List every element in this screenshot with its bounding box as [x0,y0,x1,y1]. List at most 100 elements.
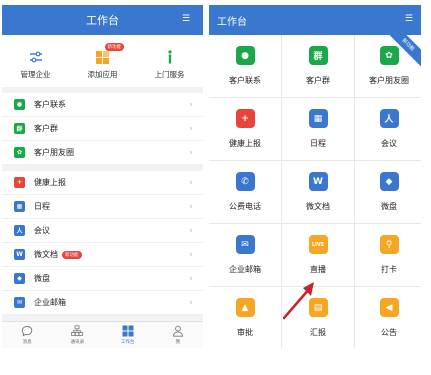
approval-stamp-icon: ▲ [235,298,255,317]
tab-messages[interactable]: 消息 [2,322,52,348]
customer-group-icon: 群 [14,123,25,134]
chevron-right-icon: › [189,297,193,308]
quick-action-label: 添加应用 [87,70,118,79]
customer-contact-icon: ● [235,46,255,65]
customer-moments-icon: ✿ [379,46,399,65]
chevron-right-icon: › [189,123,193,134]
tab-label: 消息 [22,340,32,345]
grid-app-label: 打卡 [381,265,397,274]
grid-app-approval[interactable]: ▲ 审批 [209,287,281,348]
customer-group-icon: 群 [308,46,328,65]
grid-app-health-report[interactable]: + 健康上报 [209,98,281,160]
list-item-label: 微盘 [34,274,50,283]
list-item-label: 客户联系 [34,100,66,109]
tab-me[interactable]: 我 [153,322,203,348]
grid-app-drive[interactable]: ◆ 微盘 [355,161,421,223]
menu-icon[interactable]: ☰ [405,14,413,24]
customer-contact-icon: ● [14,99,25,110]
tab-label: 通讯录 [70,340,85,345]
meeting-icon: 人 [379,109,399,128]
grid-app-live[interactable]: LIVE 直播 [282,224,354,286]
list-item-label: 客户朋友圈 [34,148,74,157]
grid-app-phone[interactable]: ✆ 公费电话 [209,161,281,223]
grid-app-announcement[interactable]: ◀ 公告 [355,287,421,348]
meeting-icon: 人 [14,225,25,236]
app-grid: ● 客户联系 群客户群 ✿ 客户朋友圈 + 健康上报 ▦ 日程 人会议 ✆ 公费电话 W 微… [209,35,421,348]
chevron-right-icon: › [189,225,193,236]
chevron-right-icon: › [189,201,193,212]
left-header-title: 工作台 [86,14,119,27]
menu-icon[interactable]: ☰ [182,14,194,25]
list-item-customer-group[interactable]: 群 客户群 › [2,117,203,141]
grid-app-docs[interactable]: W 微文档 [282,161,354,223]
list-item-health-report[interactable]: + 健康上报 › [2,171,203,195]
live-icon: LIVE [308,235,328,254]
workbench-icon [122,325,134,337]
quick-action-label: 上门服务 [154,70,185,79]
grid-app-customer-contact[interactable]: ● 客户联系 [209,35,281,97]
grid-app-label: 微盘 [381,202,397,211]
report-icon: ▤ [308,298,328,317]
left-phone-screen: 工作台 ☰ 管理企业 新功能 添加应用 上门服务 ● 客户联系 › 群 客户群 … [2,5,203,348]
health-report-icon: + [14,177,25,188]
grid-app-label: 汇报 [310,328,326,337]
grid-app-schedule[interactable]: ▦ 日程 [282,98,354,160]
tab-workbench[interactable]: 工作台 [103,322,153,348]
mail-icon: ✉ [14,297,25,308]
list-item-label: 微文档 [34,250,58,259]
calendar-icon: ▦ [14,201,25,212]
service-icon [163,50,177,64]
chevron-right-icon: › [189,249,193,260]
list-item-docs[interactable]: W 微文档 新功能 › [2,243,203,267]
sliders-icon [29,50,43,64]
chevron-right-icon: › [189,99,193,110]
list-item-label: 企业邮箱 [34,298,66,307]
grid-app-label: 日程 [310,139,326,148]
chevron-right-icon: › [189,273,193,284]
right-phone-screen: 工作台 ☰ 新功能 ● 客户联系 群客户群 ✿ 客户朋友圈 + 健康上报 ▦ 日程 人会… [209,5,421,348]
grid-app-label: 审批 [237,328,253,337]
tab-label: 我 [175,340,181,345]
quick-actions: 管理企业 新功能 添加应用 上门服务 [2,35,203,87]
list-item-mail[interactable]: ✉ 企业邮箱 › [2,291,203,315]
grid-app-label: 客户朋友圈 [369,76,409,85]
grid-app-meeting[interactable]: 人会议 [355,98,421,160]
grid-app-customer-group[interactable]: 群客户群 [282,35,354,97]
grid-app-label: 健康上报 [229,139,261,148]
phone-icon: ✆ [235,172,255,191]
mail-icon: ✉ [235,235,255,254]
location-pin-icon: ⚲ [379,235,399,254]
grid-app-label: 直播 [310,265,326,274]
megaphone-icon: ◀ [379,298,399,317]
quick-action-manage[interactable]: 管理企业 [2,35,69,87]
grid-app-checkin[interactable]: ⚲ 打卡 [355,224,421,286]
tab-contacts[interactable]: 通讯录 [52,322,102,348]
list-item-customer-contact[interactable]: ● 客户联系 › [2,93,203,117]
new-feature-badge: 新功能 [104,43,124,51]
grid-app-label: 会议 [381,139,397,148]
right-header-title: 工作台 [217,16,247,28]
app-list-group-customer: ● 客户联系 › 群 客户群 › ✿ 客户朋友圈 › [2,93,203,165]
list-item-meeting[interactable]: 人 会议 › [2,219,203,243]
grid-app-mail[interactable]: ✉ 企业邮箱 [209,224,281,286]
app-list-group-office: + 健康上报 › ▦ 日程 › 人 会议 › W 微文档 新功能 › ◆ 微盘 … [2,171,203,315]
document-icon: W [308,172,328,191]
document-icon: W [14,249,25,260]
customer-moments-icon: ✿ [14,147,25,158]
list-item-label: 健康上报 [34,178,66,187]
quick-action-add-app[interactable]: 新功能 添加应用 [69,35,136,87]
grid-app-label: 公费电话 [229,202,261,211]
grid-app-label: 客户群 [306,76,330,85]
list-item-customer-moments[interactable]: ✿ 客户朋友圈 › [2,141,203,165]
chevron-right-icon: › [189,147,193,158]
list-item-schedule[interactable]: ▦ 日程 › [2,195,203,219]
left-header: 工作台 ☰ [2,5,203,35]
health-report-icon: + [235,109,255,128]
grid-app-label: 公告 [381,328,397,337]
list-item-drive[interactable]: ◆ 微盘 › [2,267,203,291]
grid-app-report[interactable]: ▤ 汇报 [282,287,354,348]
contacts-icon [71,325,84,337]
quick-action-service[interactable]: 上门服务 [136,35,203,87]
drive-icon: ◆ [379,172,399,191]
new-feature-badge: 新功能 [62,250,82,259]
